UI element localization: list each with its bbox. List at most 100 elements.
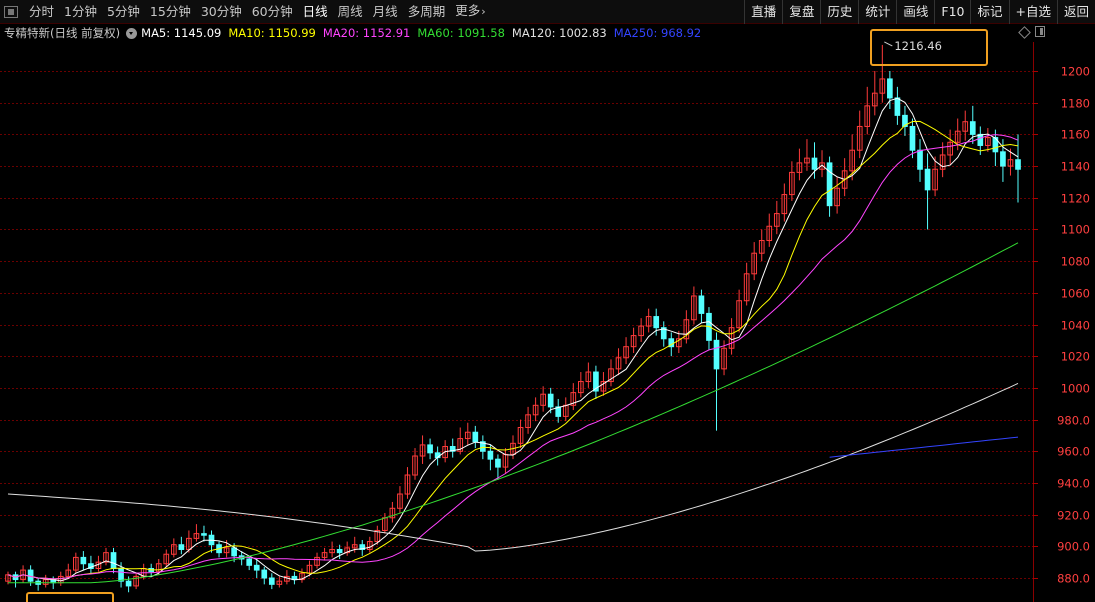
period-tab-1[interactable]: 1分钟 xyxy=(59,0,102,24)
candle-body-down xyxy=(826,162,833,207)
tool-button-4[interactable]: 画线 xyxy=(896,0,934,24)
candle-body-up xyxy=(728,327,735,349)
y-tick-label: 960.0 xyxy=(1057,445,1090,459)
candle-body-up xyxy=(457,438,464,452)
candle-body-up xyxy=(1007,159,1014,167)
candle-body-up xyxy=(864,105,871,127)
ma-value: 1150.99 xyxy=(264,26,316,40)
y-tick-label: 1120 xyxy=(1061,192,1090,206)
candle-body-up xyxy=(834,187,840,207)
candle-body-down xyxy=(291,575,298,581)
candle-body-up xyxy=(758,240,765,254)
candle-body-up xyxy=(314,556,320,566)
ma120-line xyxy=(7,382,1019,552)
tool-button-5[interactable]: F10 xyxy=(934,0,970,24)
ma-value: 1091.58 xyxy=(453,26,505,40)
period-tab-5[interactable]: 60分钟 xyxy=(247,0,298,24)
candle-body-up xyxy=(849,149,856,172)
candle-body-up xyxy=(170,544,177,555)
candle-body-up xyxy=(306,564,313,574)
dropdown-icon[interactable] xyxy=(126,27,138,39)
ma-label: MA5: xyxy=(141,26,171,40)
candle-body-up xyxy=(600,381,607,392)
y-tick-label: 1060 xyxy=(1061,287,1090,301)
period-tab-2[interactable]: 5分钟 xyxy=(102,0,145,24)
candle-body-down xyxy=(216,544,222,554)
candle-body-up xyxy=(163,553,170,565)
candle-body-down xyxy=(811,157,818,170)
ma-legend-item: MA20: 1152.91 xyxy=(323,26,411,40)
candle-body-down xyxy=(449,445,456,452)
tool-button-3[interactable]: 统计 xyxy=(858,0,896,24)
ma5-line xyxy=(7,97,1019,582)
panel-toggle-icon[interactable] xyxy=(1035,26,1045,37)
candle-body-up xyxy=(623,346,629,359)
candle-body-down xyxy=(480,441,486,452)
candle-body-down xyxy=(593,371,599,392)
right-toolbar: 直播 复盘 历史 统计 画线 F10 标记 +自选 返回 xyxy=(744,0,1095,24)
candle-body-up xyxy=(193,533,200,539)
candle-body-up xyxy=(20,569,26,581)
ma-values: MA5: 1145.09 MA10: 1150.99 MA20: 1152.91 MA… xyxy=(141,26,708,40)
candle-body-down xyxy=(668,338,675,348)
ma-legend-item: MA60: 1091.58 xyxy=(417,26,505,40)
candle-body-down xyxy=(118,567,124,582)
candle-body-up xyxy=(95,561,102,569)
candle-body-up xyxy=(751,252,758,275)
candle-body-up xyxy=(962,121,969,132)
candle-body-up xyxy=(351,544,358,549)
candle-body-up xyxy=(804,157,810,164)
candle-body-down xyxy=(969,121,976,135)
y-tick-label: 900.0 xyxy=(1057,540,1090,554)
candle-body-up xyxy=(819,162,825,170)
period-tab-8[interactable]: 月线 xyxy=(368,0,403,24)
period-tab-7[interactable]: 周线 xyxy=(333,0,368,24)
candle-body-up xyxy=(856,125,863,151)
candle-body-down xyxy=(1015,159,1021,170)
y-tick-label: 1020 xyxy=(1061,350,1090,364)
candle-body-up xyxy=(155,563,162,573)
tool-button-7[interactable]: +自选 xyxy=(1008,0,1057,24)
candle-body-down xyxy=(1000,151,1006,167)
period-tab-9[interactable]: 多周期 xyxy=(403,0,451,24)
tool-button-0[interactable]: 直播 xyxy=(744,0,782,24)
candle-body-up xyxy=(743,273,750,302)
tool-button-2[interactable]: 历史 xyxy=(820,0,858,24)
candle-body-down xyxy=(555,406,562,417)
candle-body-down xyxy=(992,137,999,153)
candle-body-up xyxy=(374,529,381,543)
candle-body-up xyxy=(630,335,637,348)
y-tick-label: 980.0 xyxy=(1057,414,1090,428)
tool-button-1[interactable]: 复盘 xyxy=(782,0,820,24)
period-tab-4[interactable]: 30分钟 xyxy=(196,0,247,24)
period-tab-6[interactable]: 日线 xyxy=(298,0,333,24)
ma20-line xyxy=(7,134,1019,580)
tool-button-6[interactable]: 标记 xyxy=(970,0,1008,24)
candle-body-up xyxy=(954,130,961,143)
diamond-icon[interactable] xyxy=(1018,26,1031,39)
candle-body-down xyxy=(909,125,916,151)
candle-body-down xyxy=(27,569,34,582)
kline-chart[interactable]: 880.0 900.0 920.0 940.0 960.0 980.0 1000 1020 10… xyxy=(0,0,1095,602)
period-tab-0[interactable]: 分时 xyxy=(24,0,59,24)
candle-body-up xyxy=(675,338,682,348)
candle-body-up xyxy=(585,371,592,383)
candle-body-down xyxy=(660,327,667,340)
candle-body-up xyxy=(773,213,780,227)
period-tab-3[interactable]: 15分钟 xyxy=(145,0,196,24)
candle-body-up xyxy=(932,168,938,191)
menu-icon[interactable] xyxy=(4,5,18,18)
y-tick-label: 920.0 xyxy=(1057,509,1090,523)
candle-body-up xyxy=(404,474,411,495)
candle-body-up xyxy=(103,552,109,563)
period-tab-10[interactable]: 更多› xyxy=(450,0,490,24)
candle-body-up xyxy=(299,572,305,581)
candle-body-down xyxy=(148,567,155,573)
ma-value: 1152.91 xyxy=(359,26,411,40)
ma-legend-item: MA10: 1150.99 xyxy=(228,26,316,40)
candle-body-down xyxy=(88,563,94,569)
tool-button-8[interactable]: 返回 xyxy=(1056,0,1095,24)
candle-body-down xyxy=(261,569,268,579)
candle-body-down xyxy=(336,548,343,554)
candle-body-up xyxy=(502,453,509,468)
